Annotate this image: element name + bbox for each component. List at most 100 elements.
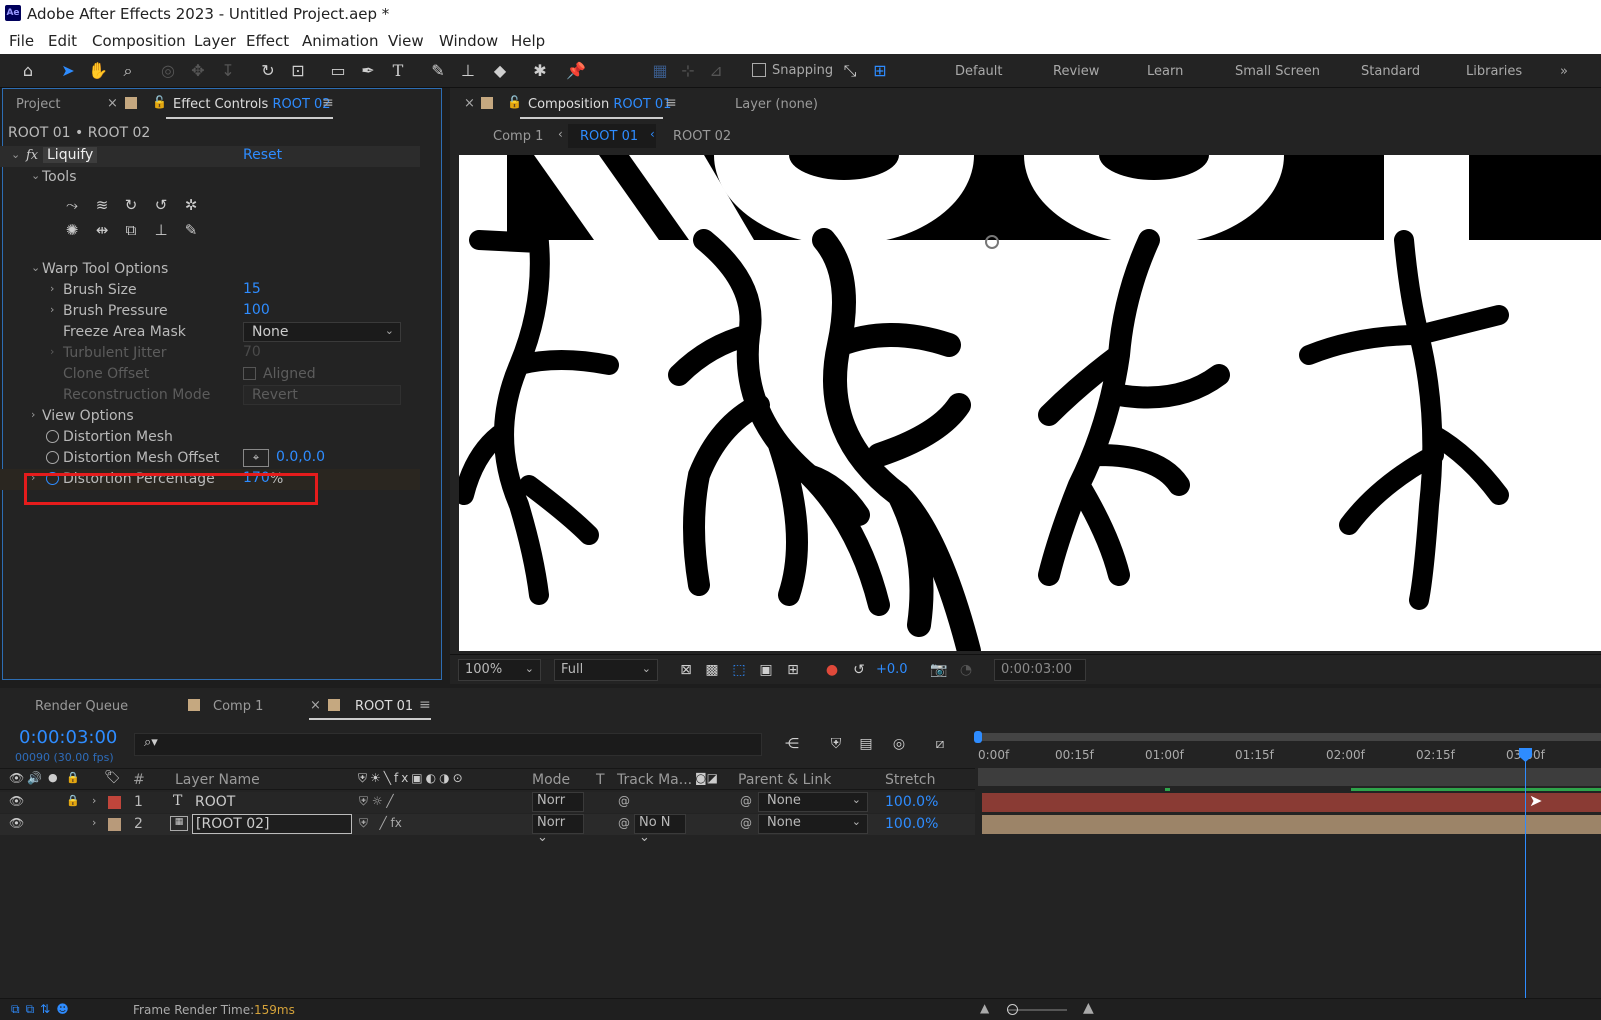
crosshair-icon[interactable]: ⌖: [243, 449, 269, 467]
mode-dropdown[interactable]: Norr ⌄: [532, 814, 584, 845]
close-icon[interactable]: ×: [464, 96, 475, 111]
view-axis-icon[interactable]: ⊿: [706, 61, 726, 81]
orbit-camera-icon[interactable]: ◎: [158, 61, 178, 81]
frame-blending-icon[interactable]: ▤: [856, 734, 876, 754]
collapse-chevron-icon[interactable]: ⌄: [31, 169, 40, 182]
layer-search-input[interactable]: ⌕▾: [134, 733, 762, 756]
workspace-overflow-icon[interactable]: »: [1560, 64, 1568, 79]
workspace-standard[interactable]: Standard: [1361, 64, 1420, 79]
roto-brush-tool-icon[interactable]: ✱: [530, 61, 550, 81]
panel-menu-icon[interactable]: ≡: [322, 95, 334, 111]
menu-animation[interactable]: Animation: [302, 32, 378, 50]
workspace-default[interactable]: Default: [955, 64, 1003, 79]
distortion-mesh-offset-value[interactable]: 0.0,0.0: [276, 449, 325, 465]
local-axis-icon[interactable]: ▦: [650, 61, 670, 81]
workspace-learn[interactable]: Learn: [1147, 64, 1183, 79]
pen-tool-icon[interactable]: ✒: [358, 61, 378, 81]
spiral-icon[interactable]: @: [618, 816, 630, 830]
warp-tool-icon[interactable]: ⤳: [62, 195, 82, 215]
exposure-value[interactable]: +0.0: [876, 662, 908, 677]
lock-icon[interactable]: 🔒: [66, 794, 80, 807]
shy-icon[interactable]: ⛨ ╱ fx: [359, 816, 402, 831]
tab-project[interactable]: Project: [16, 97, 60, 112]
reconstruction-tool-icon[interactable]: ✎: [181, 220, 201, 240]
track-matte-dropdown[interactable]: No N ⌄: [634, 814, 686, 845]
zoom-in-icon[interactable]: ▲: [1083, 1000, 1094, 1016]
stopwatch-icon[interactable]: [46, 430, 59, 443]
crumb-root-02[interactable]: ROOT 02: [673, 129, 731, 144]
rectangle-tool-icon[interactable]: ▭: [328, 61, 348, 81]
brush-pressure-value[interactable]: 100: [243, 302, 270, 318]
turbulence-tool-icon[interactable]: ≋: [92, 195, 112, 215]
expand-chevron-icon[interactable]: ›: [50, 303, 54, 316]
expand-chevron-icon[interactable]: ›: [31, 408, 35, 421]
draft-3d-icon[interactable]: ⛨: [826, 734, 846, 754]
viewer-timecode[interactable]: 0:00:03:00: [994, 659, 1086, 681]
col-parent-link[interactable]: Parent & Link: [738, 772, 831, 788]
rotation-tool-icon[interactable]: ↻: [258, 61, 278, 81]
parent-dropdown[interactable]: None ⌄: [758, 814, 868, 834]
col-mode[interactable]: Mode: [532, 772, 570, 788]
fast-previews-icon[interactable]: ⊠: [676, 660, 696, 680]
resolution-dropdown[interactable]: Full ⌄: [554, 659, 658, 681]
selection-tool-icon[interactable]: ➤: [58, 61, 78, 81]
snap-features-icon[interactable]: ⊞: [870, 61, 890, 81]
freeze-area-mask-dropdown[interactable]: None ⌄: [243, 322, 401, 342]
tab-comp-1[interactable]: Comp 1: [213, 699, 263, 714]
eye-icon[interactable]: 👁: [9, 794, 24, 808]
workspace-libraries[interactable]: Libraries: [1466, 64, 1522, 79]
stopwatch-icon[interactable]: [46, 451, 59, 464]
menu-window[interactable]: Window: [439, 32, 498, 50]
collapse-chevron-icon[interactable]: ⌄: [11, 148, 20, 161]
mask-path-visibility-icon[interactable]: ⬚: [729, 660, 749, 680]
eraser-tool-icon[interactable]: ◆: [490, 61, 510, 81]
snap-edges-icon[interactable]: ⤡: [840, 61, 860, 81]
close-icon[interactable]: ×: [107, 96, 118, 111]
label-color[interactable]: [108, 796, 121, 809]
home-icon[interactable]: ⌂: [18, 61, 38, 81]
reset-link[interactable]: Reset: [243, 147, 282, 163]
twirl-clockwise-icon[interactable]: ↻: [121, 195, 141, 215]
menu-view[interactable]: View: [388, 32, 424, 50]
video-switch-icon[interactable]: 👁: [9, 771, 24, 785]
hand-tool-icon[interactable]: ✋: [88, 61, 108, 81]
panel-menu-icon[interactable]: ≡: [665, 95, 677, 111]
zoom-out-icon[interactable]: ▲: [980, 1001, 989, 1015]
motion-blur-icon[interactable]: ◎: [889, 734, 909, 754]
menu-file[interactable]: File: [9, 32, 34, 50]
layer-name[interactable]: ROOT: [195, 794, 235, 810]
expand-chevron-icon[interactable]: ›: [50, 282, 54, 295]
pucker-tool-icon[interactable]: ✲: [181, 195, 201, 215]
grid-guides-icon[interactable]: ⊞: [783, 660, 803, 680]
reset-exposure-icon[interactable]: ↺: [849, 660, 869, 680]
layer-row[interactable]: 👁 › 2 ▦ [ROOT 02] ⛨ ╱ fx Norr ⌄ @ No N ⌄…: [0, 814, 975, 845]
zoom-dropdown[interactable]: 100% ⌄: [458, 659, 541, 681]
brush-size-value[interactable]: 15: [243, 281, 261, 297]
world-axis-icon[interactable]: ⊹: [678, 61, 698, 81]
snapping-checkbox[interactable]: [752, 63, 766, 77]
current-time[interactable]: 0:00:03:00: [19, 727, 117, 748]
pickwhip-icon[interactable]: @: [740, 816, 752, 830]
expand-chevron-icon[interactable]: ›: [92, 816, 96, 829]
menu-composition[interactable]: Composition: [92, 32, 186, 50]
graph-editor-icon[interactable]: ⧄: [930, 734, 950, 754]
work-area-start-handle[interactable]: [974, 731, 982, 743]
tab-composition[interactable]: Composition ROOT 01: [528, 97, 671, 112]
shy-icon[interactable]: ⛨ ☼ ╱: [359, 794, 394, 809]
puppet-pin-tool-icon[interactable]: 📌: [566, 61, 586, 81]
tab-render-queue[interactable]: Render Queue: [35, 699, 128, 714]
status-toggle-icons[interactable]: ⧉⧉⇅☻: [11, 1002, 75, 1017]
label-tag-icon[interactable]: 🏷: [104, 770, 121, 785]
shift-pixels-icon[interactable]: ⇹: [92, 220, 112, 240]
zoom-tool-icon[interactable]: ⌕: [118, 61, 138, 81]
pickwhip-icon[interactable]: @: [740, 794, 752, 808]
label-color[interactable]: [108, 818, 121, 831]
eye-icon[interactable]: 👁: [9, 816, 24, 830]
layer-1-bar[interactable]: [982, 793, 1601, 812]
comp-flowchart-icon[interactable]: ⋲: [782, 734, 802, 754]
close-icon[interactable]: ×: [310, 698, 321, 713]
lock-icon[interactable]: 🔓: [152, 95, 167, 109]
lock-switch-icon[interactable]: 🔒: [66, 771, 80, 784]
tab-effect-controls[interactable]: Effect Controls ROOT 02: [173, 97, 331, 112]
expand-chevron-icon[interactable]: ›: [92, 794, 96, 807]
